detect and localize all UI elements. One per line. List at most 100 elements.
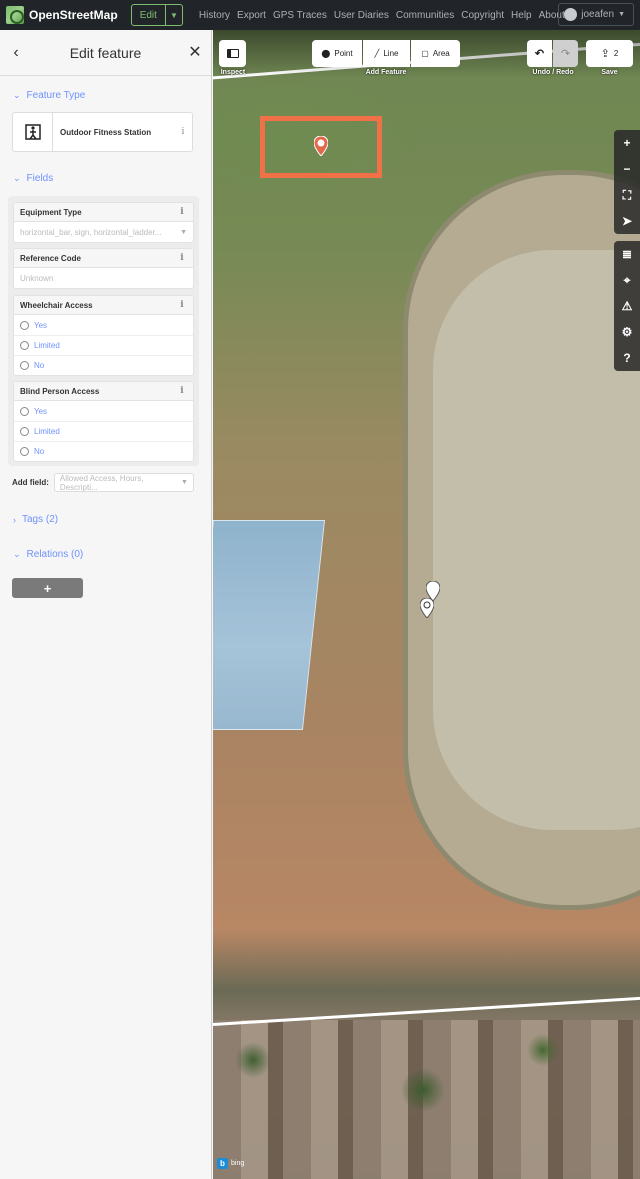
nav-link-help[interactable]: Help [511,10,532,21]
fields-section-toggle[interactable]: ⌄ Fields [13,173,53,184]
radio-icon[interactable] [20,447,29,456]
blind-option-no[interactable]: No [14,441,193,461]
field-label-equipment-type: Equipment Type i [14,203,193,222]
map-panes-controls: ≣ ⌖ ⚠ ⚙ ? [614,241,640,371]
zoom-to-selection-icon[interactable]: ⛶ [614,182,640,208]
user-menu[interactable]: joeafen ▼ [558,3,634,26]
reference-code-placeholder: Unknown [20,273,54,283]
map-data-icon[interactable]: ⌖ [614,267,640,293]
save-button[interactable]: ⇪ 2 [586,40,633,67]
feature-type-section-toggle[interactable]: ⌄ Feature Type [13,90,85,101]
preset-info-icon[interactable]: i [174,127,192,137]
edit-button[interactable]: Edit [130,4,166,26]
tags-heading: Tags (2) [22,514,59,525]
tags-section-toggle[interactable]: › Tags (2) [13,514,58,525]
line-label: Line [383,49,399,58]
layers-icon[interactable]: ≣ [614,241,640,267]
map-point-pin-icon[interactable] [420,598,434,618]
blind-option-label: Yes [34,406,48,416]
zoom-in-icon[interactable]: + [614,130,640,156]
wheelchair-option-no[interactable]: No [14,355,193,375]
selected-point-pin-icon[interactable] [314,136,328,156]
equipment-type-info-icon[interactable]: i [173,207,191,217]
wheelchair-info-icon[interactable]: i [173,300,191,310]
area-label: Area [432,49,450,58]
blind-option-yes[interactable]: Yes [14,401,193,421]
imagery-attribution[interactable]: b bing [217,1158,244,1169]
blind-info-icon[interactable]: i [173,386,191,396]
help-icon[interactable]: ? [614,345,640,371]
blind-option-limited[interactable]: Limited [14,421,193,441]
undo-button[interactable]: ↶ [527,40,552,67]
combo-chevron-down-icon: ▼ [180,228,187,236]
add-field-row: Add field: Allowed Access, Hours, Descri… [12,473,194,492]
blind-option-label: No [34,447,45,456]
radio-icon[interactable] [20,341,29,350]
field-blind-access: Blind Person Access i Yes Limited No [13,381,194,462]
issues-icon[interactable]: ⚠ [614,293,640,319]
preset-selector[interactable]: Outdoor Fitness Station i [12,112,193,152]
nav-link-gps-traces[interactable]: GPS Traces [273,10,327,21]
field-label-wheelchair: Wheelchair Access i [14,296,193,315]
add-relation-button[interactable]: + [12,578,83,598]
add-line-button[interactable]: ╱ Line [363,40,410,67]
add-area-button[interactable]: ▢ Area [411,40,460,67]
nav-link-user-diaries[interactable]: User Diaries [334,10,389,21]
radio-icon[interactable] [20,361,29,370]
preset-name: Outdoor Fitness Station [60,127,152,137]
relations-heading: Relations (0) [26,549,84,560]
line-icon: ╱ [374,49,380,58]
nav-link-history[interactable]: History [199,10,230,21]
add-field-label: Add field: [12,478,49,487]
user-avatar-icon [564,8,578,21]
nav-link-export[interactable]: Export [237,10,266,21]
wheelchair-option-yes[interactable]: Yes [14,315,193,335]
geolocate-icon[interactable]: ➤ [614,208,640,234]
reference-code-info-icon[interactable]: i [173,253,191,263]
reference-code-input[interactable]: Unknown [14,268,193,288]
fields-heading: Fields [26,173,54,184]
nav-link-communities[interactable]: Communities [396,10,454,21]
nav-link-copyright[interactable]: Copyright [461,10,504,21]
inspect-button[interactable] [219,40,246,67]
area-icon: ▢ [421,49,429,58]
wheelchair-option-limited[interactable]: Limited [14,335,193,355]
osm-logo[interactable]: OpenStreetMap [6,6,118,24]
relations-section-toggle[interactable]: ⌄ Relations (0) [13,549,83,560]
add-field-combo[interactable]: Allowed Access, Hours, Descripti... ▼ [53,473,194,492]
chevron-down-icon: ⌄ [13,90,21,100]
top-navbar: OpenStreetMap Edit ▼ History Export GPS … [0,0,640,30]
logo-text: OpenStreetMap [29,8,118,22]
edit-dropdown-chevron-icon[interactable]: ▼ [165,4,183,26]
save-count: 2 [613,49,619,58]
equipment-type-combo[interactable]: horizontal_bar, sign, horizontal_ladder.… [14,222,193,242]
field-label-reference-code: Reference Code i [14,249,193,268]
add-point-button[interactable]: ⬤ Point [312,40,362,67]
building-roof [213,520,325,730]
reference-code-label: Reference Code [20,253,81,263]
redo-icon: ↷ [560,48,571,60]
chevron-down-icon: ⌄ [13,173,21,183]
zoom-out-icon[interactable]: − [614,156,640,182]
bing-logo-icon: b [217,1158,228,1169]
radio-icon[interactable] [20,427,29,436]
radio-icon[interactable] [20,406,29,416]
user-menu-chevron-down-icon: ▼ [618,11,625,18]
preferences-icon[interactable]: ⚙ [614,319,640,345]
add-field-placeholder: Allowed Access, Hours, Descripti... [59,473,144,492]
point-label: Point [334,49,353,58]
redo-button[interactable]: ↷ [553,40,578,67]
sidebar-title: Edit feature [69,44,142,61]
field-wheelchair-access: Wheelchair Access i Yes Limited No [13,295,194,376]
urban-area [213,1020,640,1179]
attribution-text: bing [231,1160,245,1167]
equipment-type-value: horizontal_bar, sign, horizontal_ladder.… [20,227,162,237]
inspect-label: Inspect [220,69,246,76]
field-equipment-type: Equipment Type i horizontal_bar, sign, h… [13,202,194,243]
sidebar-toggle-icon [226,49,239,58]
map-view[interactable]: Inspect ⬤ Point ╱ Line ▢ Area Add Feature ↶… [213,30,640,1179]
back-chevron-icon[interactable]: ‹ [8,44,24,61]
close-icon[interactable]: ✕ [187,44,203,61]
radio-icon[interactable] [20,320,29,330]
sports-field [433,250,640,830]
